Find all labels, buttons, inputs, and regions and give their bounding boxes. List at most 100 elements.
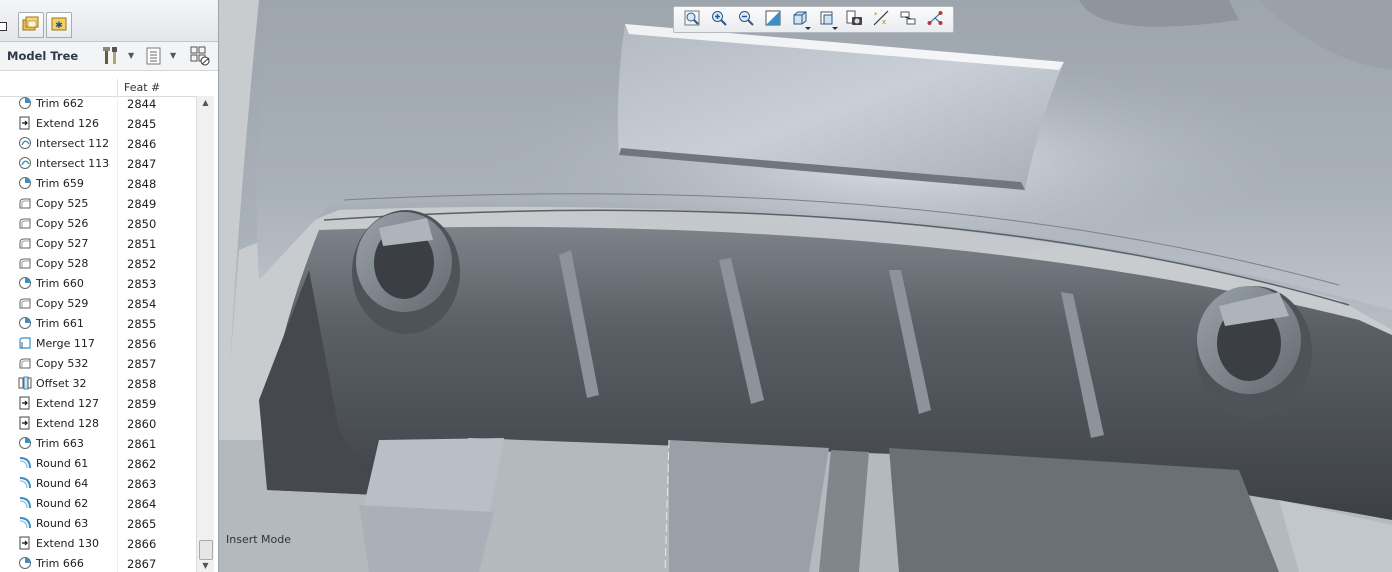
feature-number: 2856 <box>127 337 157 351</box>
tree-row[interactable]: Round 63 2865 <box>0 513 196 533</box>
feature-name: Copy 525 <box>36 197 89 210</box>
model-tree-header: Model Tree ▼ ▼ <box>0 42 218 71</box>
repaint-button[interactable] <box>759 8 786 32</box>
feature-name: Copy 526 <box>36 217 89 230</box>
feature-name: Offset 32 <box>36 377 87 390</box>
datum-display-icon: * x <box>872 9 890 30</box>
feature-number: 2860 <box>127 417 157 431</box>
tree-row[interactable]: Copy 525 2849 <box>0 193 196 213</box>
tree-row[interactable]: Copy 527 2851 <box>0 233 196 253</box>
tree-row[interactable]: Trim 661 2855 <box>0 313 196 333</box>
show-dropdown-arrow[interactable]: ▼ <box>170 51 176 60</box>
tree-row[interactable]: Extend 130 2866 <box>0 533 196 553</box>
tree-row[interactable]: Trim 663 2861 <box>0 433 196 453</box>
copy-icon <box>18 356 32 370</box>
feature-number: 2863 <box>127 477 157 491</box>
tree-row[interactable]: Extend 126 2845 <box>0 113 196 133</box>
tree-row[interactable]: Copy 526 2850 <box>0 213 196 233</box>
settings-dropdown-arrow[interactable]: ▼ <box>128 51 134 60</box>
tree-row[interactable]: Trim 660 2853 <box>0 273 196 293</box>
feature-number: 2867 <box>127 557 157 571</box>
tree-row[interactable]: Copy 528 2852 <box>0 253 196 273</box>
feature-number: 2846 <box>127 137 157 151</box>
tree-row[interactable]: Extend 127 2859 <box>0 393 196 413</box>
merge-icon <box>18 336 32 350</box>
scroll-down-arrow[interactable]: ▼ <box>197 561 214 572</box>
feature-name: Trim 659 <box>36 177 84 190</box>
feature-name: Round 64 <box>36 477 89 490</box>
spin-center-button[interactable] <box>894 8 921 32</box>
view-manager-icon <box>845 9 863 30</box>
feat-number-column-header[interactable]: Feat # <box>124 81 160 94</box>
copy-icon <box>18 196 32 210</box>
feature-name: Round 61 <box>36 457 89 470</box>
settings-tools-icon[interactable] <box>101 46 121 69</box>
trim-icon <box>18 556 32 570</box>
svg-text:*: * <box>874 11 878 19</box>
round-icon <box>18 496 32 510</box>
tree-scrollbar[interactable]: ▲ ▼ <box>196 96 214 572</box>
feature-name: Extend 130 <box>36 537 99 550</box>
tree-row[interactable]: Trim 666 2867 <box>0 553 196 572</box>
tree-row[interactable]: Round 61 2862 <box>0 453 196 473</box>
feature-name: Round 62 <box>36 497 89 510</box>
feature-name: Copy 532 <box>36 357 89 370</box>
tree-row[interactable]: Copy 532 2857 <box>0 353 196 373</box>
feature-number: 2853 <box>127 277 157 291</box>
zoom-out-button[interactable] <box>732 8 759 32</box>
feature-number: 2852 <box>127 257 157 271</box>
copy-icon <box>18 216 32 230</box>
view-manager-button[interactable] <box>840 8 867 32</box>
feature-name: Intersect 112 <box>36 137 110 150</box>
graphics-viewport[interactable]: * x Insert Mode <box>219 0 1392 572</box>
favorites-tab[interactable]: ✱ <box>46 12 72 38</box>
favorites-icon: ✱ <box>50 15 68 36</box>
feature-number: 2849 <box>127 197 157 211</box>
tree-row[interactable]: Trim 662 2844 <box>0 96 196 113</box>
tree-row[interactable]: Offset 32 2858 <box>0 373 196 393</box>
feature-number: 2851 <box>127 237 157 251</box>
tree-row[interactable]: Intersect 112 2846 <box>0 133 196 153</box>
tree-row[interactable]: Round 64 2863 <box>0 473 196 493</box>
spin-center-icon <box>899 9 917 30</box>
dropdown-arrow-icon[interactable] <box>805 26 811 30</box>
feature-name: Intersect 113 <box>36 157 110 170</box>
feature-name: Copy 528 <box>36 257 89 270</box>
zoom-in-icon <box>710 9 728 30</box>
model-tree-list: Trim 662 2844 Extend 126 2845 Intersect 112 2… <box>0 96 196 572</box>
zoom-in-button[interactable] <box>705 8 732 32</box>
scroll-thumb[interactable] <box>199 540 213 560</box>
tree-row[interactable]: Merge 117 2856 <box>0 333 196 353</box>
feature-name: Copy 529 <box>36 297 89 310</box>
saved-views-button[interactable] <box>813 8 840 32</box>
feature-number: 2858 <box>127 377 157 391</box>
refit-icon <box>683 9 701 30</box>
annotation-display-button[interactable] <box>921 8 948 32</box>
trim-icon <box>18 276 32 290</box>
tree-row[interactable]: Copy 529 2854 <box>0 293 196 313</box>
refit-button[interactable] <box>678 8 705 32</box>
folder-browser-tab[interactable] <box>18 12 44 38</box>
tree-row[interactable]: Round 62 2864 <box>0 493 196 513</box>
navigator-tabs: ✱ <box>0 0 218 42</box>
svg-text:✱: ✱ <box>55 21 63 31</box>
tree-row[interactable]: Trim 659 2848 <box>0 173 196 193</box>
model-tree-tab[interactable] <box>0 22 7 31</box>
tree-row[interactable]: Intersect 113 2847 <box>0 153 196 173</box>
extend-icon <box>18 416 32 430</box>
cad-model-render[interactable] <box>219 0 1392 572</box>
copy-icon <box>18 256 32 270</box>
feature-number: 2847 <box>127 157 157 171</box>
trim-icon <box>18 316 32 330</box>
datum-display-button[interactable]: * x <box>867 8 894 32</box>
feature-name: Trim 660 <box>36 277 84 290</box>
model-tree-title: Model Tree <box>7 49 79 63</box>
round-icon <box>18 516 32 530</box>
dropdown-arrow-icon[interactable] <box>832 26 838 30</box>
tree-column-header: Feat # <box>0 79 196 97</box>
scroll-up-arrow[interactable]: ▲ <box>197 98 214 112</box>
show-columns-icon[interactable] <box>145 46 163 69</box>
filter-display-icon[interactable] <box>190 46 212 71</box>
tree-row[interactable]: Extend 128 2860 <box>0 413 196 433</box>
display-style-button[interactable] <box>786 8 813 32</box>
